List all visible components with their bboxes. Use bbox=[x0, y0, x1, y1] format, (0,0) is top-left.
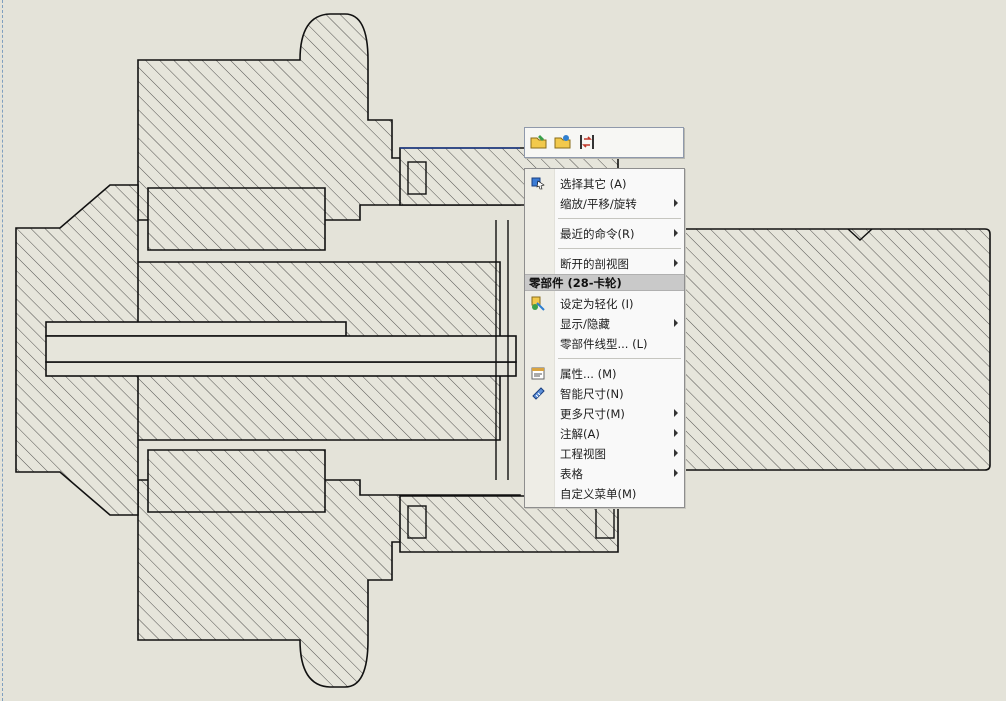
context-menu: 选择其它 (A) 缩放/平移/旋转 最近的命令(R) 断开的剖视图 零部件 (2… bbox=[524, 168, 685, 508]
menu-separator bbox=[558, 248, 681, 249]
bearing-lower bbox=[147, 449, 326, 513]
submenu-arrow-icon bbox=[674, 469, 678, 477]
context-toolbar bbox=[524, 127, 684, 158]
drawing-sheet[interactable] bbox=[0, 0, 1006, 701]
submenu-arrow-icon bbox=[674, 429, 678, 437]
menu-item-drawing-views[interactable]: 工程视图 bbox=[525, 443, 684, 463]
select-other-icon bbox=[530, 175, 546, 191]
menu-item-recent-commands[interactable]: 最近的命令(R) bbox=[525, 223, 684, 243]
menu-item-annotations[interactable]: 注解(A) bbox=[525, 423, 684, 443]
sheet-border bbox=[2, 0, 3, 701]
smart-dimension-icon bbox=[530, 385, 546, 401]
properties-icon bbox=[530, 365, 546, 381]
menu-separator bbox=[558, 218, 681, 219]
submenu-arrow-icon bbox=[674, 199, 678, 207]
menu-item-zoom-pan-rotate[interactable]: 缩放/平移/旋转 bbox=[525, 193, 684, 213]
shaft-section bbox=[679, 228, 991, 471]
lightweight-icon bbox=[530, 295, 546, 311]
menu-item-tables[interactable]: 表格 bbox=[525, 463, 684, 483]
submenu-arrow-icon bbox=[674, 319, 678, 327]
menu-item-select-other[interactable]: 选择其它 (A) bbox=[525, 173, 684, 193]
submenu-arrow-icon bbox=[674, 449, 678, 457]
submenu-arrow-icon bbox=[674, 259, 678, 267]
menu-item-component-linetype[interactable]: 零部件线型... (L) bbox=[525, 333, 684, 353]
open-part-icon[interactable] bbox=[529, 132, 549, 152]
menu-item-more-dimensions[interactable]: 更多尺寸(M) bbox=[525, 403, 684, 423]
submenu-arrow-icon bbox=[674, 409, 678, 417]
menu-item-broken-section[interactable]: 断开的剖视图 bbox=[525, 253, 684, 273]
swap-icon[interactable] bbox=[577, 132, 597, 152]
menu-item-set-lightweight[interactable]: 设定为轻化 (I) bbox=[525, 293, 684, 313]
menu-item-show-hide[interactable]: 显示/隐藏 bbox=[525, 313, 684, 333]
bearing-upper bbox=[147, 187, 326, 251]
menu-item-smart-dimension[interactable]: 智能尺寸(N) bbox=[525, 383, 684, 403]
menu-separator bbox=[558, 358, 681, 359]
component-section-header: 零部件 (28-卡轮) bbox=[525, 274, 684, 291]
open-assembly-icon[interactable] bbox=[553, 132, 573, 152]
submenu-arrow-icon bbox=[674, 229, 678, 237]
menu-item-properties[interactable]: 属性... (M) bbox=[525, 363, 684, 383]
menu-item-customize-menu[interactable]: 自定义菜单(M) bbox=[525, 483, 684, 503]
